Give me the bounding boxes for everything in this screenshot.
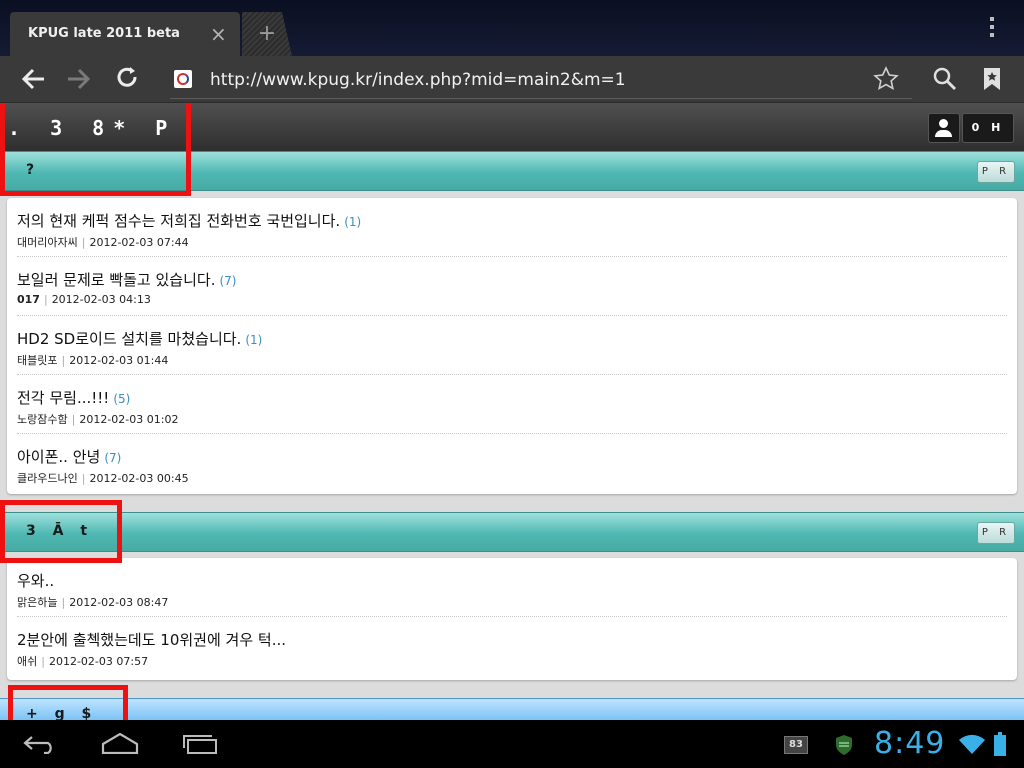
overflow-menu-icon[interactable] — [982, 14, 1002, 42]
post-date: 2012-02-03 08:47 — [69, 596, 169, 609]
post-title[interactable]: 아이폰.. 안녕 — [17, 448, 100, 466]
post-title[interactable]: 전각 무림...!!! — [17, 389, 109, 407]
section-header-3: + g $ — [0, 698, 1024, 720]
post-date: 2012-02-03 07:44 — [89, 236, 189, 249]
clock[interactable]: 8:49 — [874, 726, 945, 761]
web-page: . 3 8* P 0 H ? P R 저의 현재 케퍽 점수는 저희집 전화번호… — [0, 103, 1024, 720]
comment-count: (1) — [245, 333, 263, 347]
close-icon[interactable]: × — [210, 22, 227, 46]
notification-badge-icon[interactable]: 83 — [784, 736, 808, 754]
post-date: 2012-02-03 00:45 — [89, 472, 189, 485]
post-list-1: 저의 현재 케퍽 점수는 저희집 전화번호 국번입니다. (1) 대머리아자씨 | 2… — [7, 198, 1017, 494]
url-underline — [170, 98, 912, 99]
list-item[interactable]: 저의 현재 케퍽 점수는 저희집 전화번호 국번입니다. (1) 대머리아자씨 | 2… — [17, 198, 1007, 257]
reload-icon[interactable] — [112, 64, 142, 94]
list-item[interactable]: HD2 SD로이드 설치를 마쳤습니다. (1) 태블릿포 | 2012-02-03 … — [17, 316, 1007, 375]
browser-tab-strip: KPUG late 2011 beta × + — [0, 0, 1024, 56]
user-icon[interactable] — [928, 113, 960, 143]
battery-icon[interactable] — [994, 732, 1006, 756]
post-author: 017 — [17, 293, 40, 306]
bookmarks-icon[interactable] — [982, 67, 1002, 91]
wifi-icon[interactable] — [958, 732, 986, 756]
divider: | — [61, 354, 66, 367]
divider: | — [81, 236, 86, 249]
shield-icon[interactable] — [834, 734, 854, 756]
back-icon[interactable] — [22, 734, 58, 755]
post-title[interactable]: HD2 SD로이드 설치를 마쳤습니다. — [17, 330, 241, 348]
post-title[interactable]: 저의 현재 케퍽 점수는 저희집 전화번호 국번입니다. — [17, 212, 340, 230]
browser-toolbar — [0, 56, 1024, 103]
highlight-box — [0, 500, 122, 563]
highlight-box — [0, 103, 191, 196]
login-button[interactable]: 0 H — [962, 113, 1014, 143]
divider: | — [41, 655, 45, 668]
comment-count: (1) — [344, 215, 362, 229]
divider: | — [61, 596, 66, 609]
post-date: 2012-02-03 07:57 — [48, 655, 149, 668]
search-icon[interactable] — [932, 66, 958, 92]
post-title[interactable]: 2분안에 출첵했는데도 10위권에 겨우 턱... — [17, 631, 286, 649]
post-date: 2012-02-03 04:13 — [51, 293, 151, 306]
forward-icon[interactable] — [64, 64, 94, 94]
post-date: 2012-02-03 01:02 — [79, 413, 179, 426]
post-author: 애쉬 — [17, 655, 38, 668]
comment-count: (5) — [113, 392, 131, 406]
post-author: 태블릿포 — [17, 354, 58, 367]
post-author: 클라우드나인 — [17, 472, 78, 485]
more-button[interactable]: P R — [977, 522, 1015, 544]
tab-title: KPUG late 2011 beta — [28, 26, 180, 41]
tab-kpug[interactable]: KPUG late 2011 beta × — [10, 12, 240, 56]
post-author: 노랑잠수함 — [17, 413, 68, 426]
list-item[interactable]: 우와.. 맑은하늘 | 2012-02-03 08:47 — [17, 558, 1007, 617]
post-author: 대머리아자씨 — [17, 236, 78, 249]
post-author: 맑은하늘 — [17, 596, 58, 609]
comment-count: (7) — [219, 274, 237, 288]
new-tab-button[interactable]: + — [242, 12, 292, 56]
url-input[interactable] — [208, 68, 862, 92]
post-list-2: 우와.. 맑은하늘 | 2012-02-03 08:47 2분안에 출첵했는데도 1… — [7, 558, 1017, 680]
list-item[interactable]: 전각 무림...!!! (5) 노랑잠수함 | 2012-02-03 01:02 — [17, 375, 1007, 434]
site-favicon-icon — [174, 70, 192, 88]
section-header-2: 3 Ā t P R — [0, 512, 1024, 552]
list-item[interactable]: 2분안에 출첵했는데도 10위권에 겨우 턱... 애쉬 | 2012-02-03 … — [17, 617, 1007, 675]
comment-count: (7) — [104, 451, 122, 465]
more-button[interactable]: P R — [977, 161, 1015, 183]
recent-apps-icon[interactable] — [182, 734, 218, 754]
divider: | — [43, 293, 48, 306]
post-title[interactable]: 보일러 문제로 빡돌고 있습니다. — [17, 271, 215, 289]
divider: | — [71, 413, 76, 426]
highlight-box — [8, 685, 128, 720]
post-date: 2012-02-03 01:44 — [69, 354, 169, 367]
back-icon[interactable] — [18, 64, 48, 94]
star-icon[interactable] — [872, 65, 900, 100]
list-item[interactable]: 보일러 문제로 빡돌고 있습니다. (7) 017 | 2012-02-03 04:1… — [17, 257, 1007, 316]
list-item[interactable]: 아이폰.. 안녕 (7) 클라우드나인 | 2012-02-03 00:45 — [17, 434, 1007, 492]
home-icon[interactable] — [100, 732, 140, 755]
system-navigation-bar: 83 8:49 — [0, 720, 1024, 768]
post-title[interactable]: 우와.. — [17, 572, 54, 590]
divider: | — [81, 472, 86, 485]
